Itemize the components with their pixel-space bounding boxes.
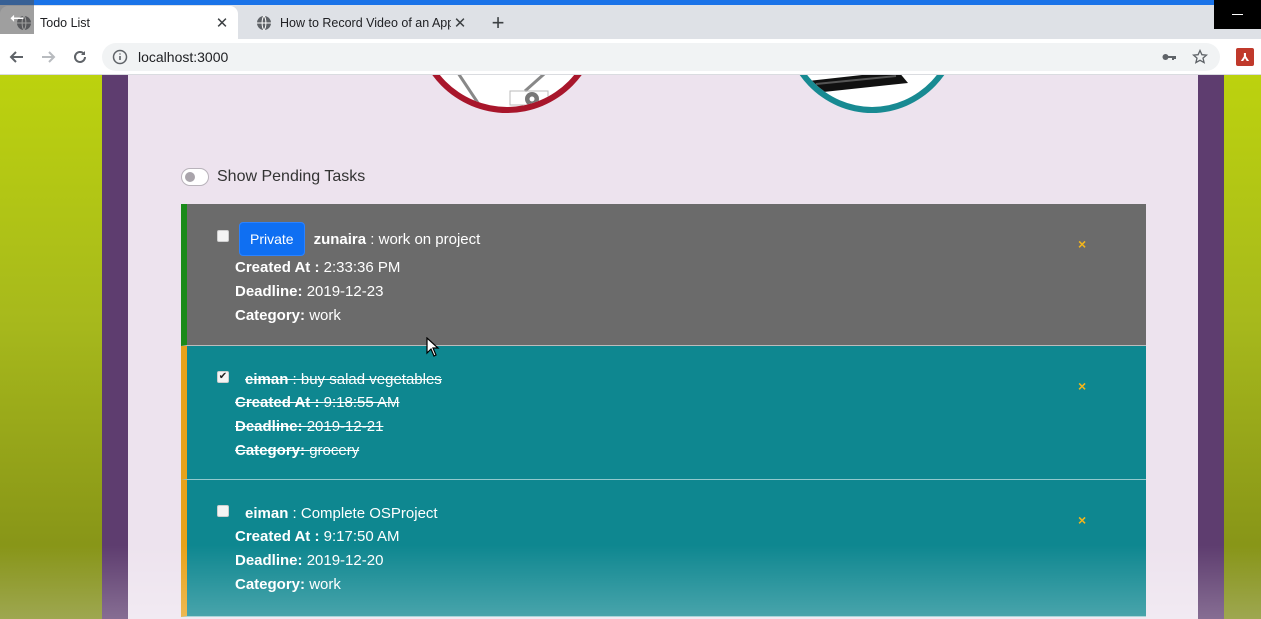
reload-button[interactable] bbox=[67, 44, 93, 70]
tab-strip: Todo List ✕ How to Record Video of an Ap… bbox=[0, 0, 1261, 39]
delete-todo-icon[interactable]: × bbox=[1078, 236, 1086, 252]
reload-icon bbox=[74, 50, 86, 63]
toggle-knob bbox=[185, 172, 195, 182]
created-value: 9:17:50 AM bbox=[323, 528, 400, 545]
category-label: Category: bbox=[235, 442, 306, 459]
todo-user: zunaira bbox=[313, 230, 367, 248]
todo-list: Private zunaira : work on project Create… bbox=[181, 204, 1146, 617]
category-value: work bbox=[309, 307, 341, 324]
todo-text: buy salad vegetables bbox=[300, 370, 442, 388]
tab-record-video[interactable]: How to Record Video of an App ✕ bbox=[240, 6, 476, 39]
todo-separator: : bbox=[288, 370, 301, 388]
todo-item: Private zunaira : work on project Create… bbox=[181, 204, 1146, 346]
pending-toggle-label: Show Pending Tasks bbox=[217, 168, 366, 185]
created-value: 2:33:36 PM bbox=[323, 259, 401, 276]
todo-created: Created At : 9:18:55 AM bbox=[235, 394, 400, 411]
todo-deadline: Deadline: 2019-12-20 bbox=[235, 552, 383, 569]
todo-item: eiman : Complete OSProject Created At : … bbox=[181, 480, 1146, 617]
todo-checkbox-checked[interactable]: ✔ bbox=[217, 371, 229, 383]
pdf-extension-icon[interactable]: ⅄ bbox=[1236, 48, 1254, 66]
browser-toolbar: localhost:3000 ⅄ bbox=[0, 39, 1261, 75]
globe-icon bbox=[257, 15, 271, 30]
tab-title: Todo List bbox=[40, 15, 91, 30]
todo-user: eiman bbox=[245, 370, 289, 388]
todo-header: eiman : buy salad vegetables bbox=[245, 362, 442, 396]
category-value: work bbox=[309, 576, 341, 593]
new-tab-button[interactable]: + bbox=[484, 9, 512, 37]
created-label: Created At : bbox=[235, 259, 320, 276]
todo-checkbox[interactable] bbox=[217, 230, 229, 242]
created-label: Created At : bbox=[235, 394, 320, 411]
todo-checkbox[interactable] bbox=[217, 505, 229, 517]
private-badge-button[interactable]: Private bbox=[239, 222, 305, 256]
close-tab-icon[interactable]: ✕ bbox=[213, 14, 231, 32]
window-top-border bbox=[0, 0, 1261, 5]
created-value: 9:18:55 AM bbox=[323, 394, 400, 411]
todo-user: eiman bbox=[245, 504, 289, 522]
delete-todo-icon[interactable]: × bbox=[1078, 378, 1086, 394]
todo-deadline: Deadline: 2019-12-23 bbox=[235, 283, 383, 300]
star-icon[interactable] bbox=[1189, 46, 1211, 68]
deadline-label: Deadline: bbox=[235, 283, 303, 300]
url-text: localhost:3000 bbox=[138, 49, 229, 65]
minimize-icon bbox=[1232, 13, 1243, 16]
pending-filter: Show Pending Tasks bbox=[181, 168, 365, 186]
category-label: Category: bbox=[235, 576, 306, 593]
page-viewport: Show Pending Tasks Private zunaira : wor… bbox=[0, 75, 1261, 619]
deadline-value: 2019-12-21 bbox=[306, 418, 384, 435]
created-label: Created At : bbox=[235, 528, 320, 545]
deadline-label: Deadline: bbox=[235, 552, 303, 569]
category-label: Category: bbox=[235, 307, 306, 324]
todo-separator: : bbox=[366, 230, 379, 248]
tab-todo-list[interactable]: Todo List ✕ bbox=[0, 6, 238, 39]
mouse-cursor-icon bbox=[426, 337, 440, 357]
deadline-value: 2019-12-23 bbox=[306, 283, 384, 300]
todo-header: eiman : Complete OSProject bbox=[245, 496, 438, 530]
todo-category: Category: work bbox=[235, 307, 341, 324]
todo-category: Category: grocery bbox=[235, 442, 359, 459]
category-value: grocery bbox=[309, 442, 360, 459]
deadline-label: Deadline: bbox=[235, 418, 303, 435]
todo-item: ✔ eiman : buy salad vegetables Created A… bbox=[181, 346, 1146, 480]
todo-header: Private zunaira : work on project bbox=[239, 222, 480, 256]
forward-arrow-icon bbox=[42, 51, 56, 63]
todo-category: Category: work bbox=[235, 576, 341, 593]
todo-created: Created At : 2:33:36 PM bbox=[235, 259, 400, 276]
minimize-window-button[interactable] bbox=[1214, 0, 1261, 29]
forward-button[interactable] bbox=[35, 44, 61, 70]
todo-deadline: Deadline: 2019-12-21 bbox=[235, 418, 383, 435]
close-tab-icon[interactable]: ✕ bbox=[451, 14, 469, 32]
todo-text: Complete OSProject bbox=[300, 504, 438, 522]
todo-text: work on project bbox=[378, 230, 481, 248]
pending-toggle-switch[interactable] bbox=[181, 168, 209, 186]
deadline-value: 2019-12-20 bbox=[306, 552, 384, 569]
tab-title: How to Record Video of an App bbox=[280, 15, 451, 30]
delete-todo-icon[interactable]: × bbox=[1078, 512, 1086, 528]
back-button[interactable] bbox=[4, 44, 30, 70]
todo-created: Created At : 9:17:50 AM bbox=[235, 528, 400, 545]
todo-separator: : bbox=[288, 504, 301, 522]
address-bar[interactable]: localhost:3000 bbox=[102, 43, 1220, 71]
key-icon[interactable] bbox=[1158, 46, 1180, 68]
info-icon[interactable] bbox=[112, 49, 128, 65]
back-arrow-icon bbox=[9, 51, 23, 63]
back-overlay-icon[interactable]: ⭠ bbox=[0, 0, 34, 34]
